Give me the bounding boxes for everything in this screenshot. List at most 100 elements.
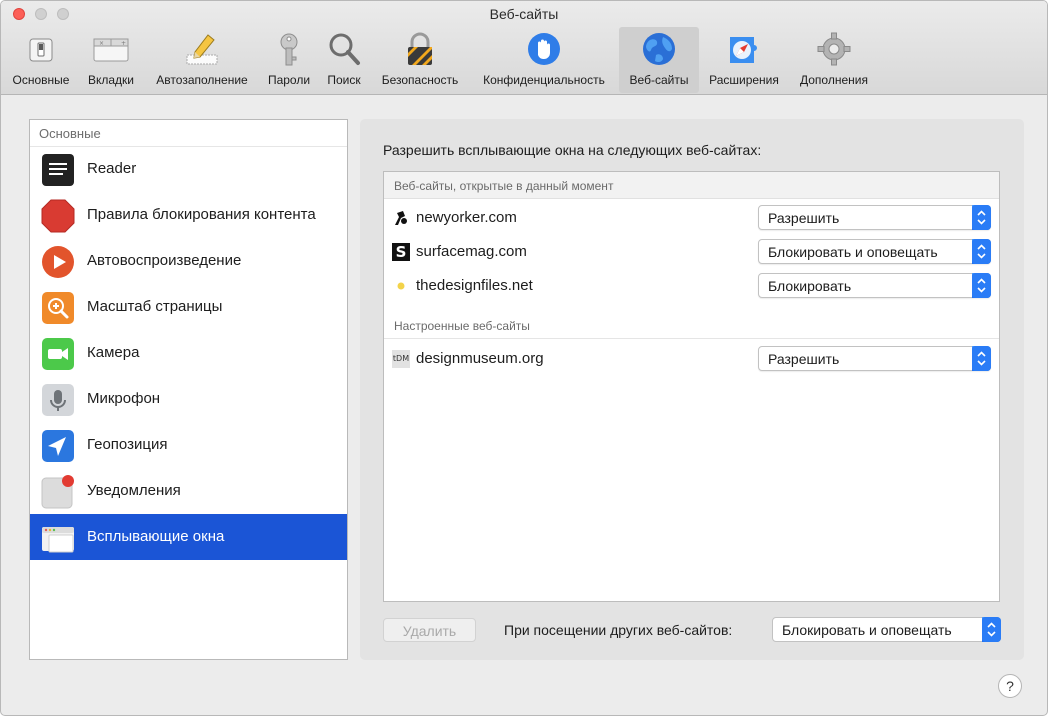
toolbar-item-advanced[interactable]: Дополнения bbox=[790, 27, 878, 93]
section-title-configured-sites: Настроенные веб-сайты bbox=[394, 319, 530, 333]
chevron-updown-icon bbox=[982, 617, 1001, 642]
sidebar-item-microphone[interactable]: Микрофон bbox=[30, 376, 347, 422]
zoom-icon bbox=[42, 292, 74, 324]
toolbar-item-search[interactable]: Поиск bbox=[319, 27, 369, 93]
remove-button-label: Удалить bbox=[402, 623, 457, 639]
hand-icon bbox=[528, 33, 560, 65]
window-title: Веб-сайты bbox=[489, 6, 559, 22]
sidebar-item-content-blockers[interactable]: Правила блокирования контента bbox=[30, 192, 347, 238]
camera-icon bbox=[42, 338, 74, 370]
chevron-updown-icon bbox=[972, 239, 991, 264]
padlock-icon bbox=[408, 32, 432, 65]
svg-text:+: + bbox=[121, 40, 126, 47]
other-sites-label: При посещении других веб-сайтов: bbox=[504, 622, 733, 638]
magnifier-icon bbox=[329, 33, 360, 65]
site-name: newyorker.com bbox=[416, 209, 517, 226]
sidebar-label-notifications: Уведомления bbox=[87, 482, 181, 499]
toolbar-label-privacy: Конфиденциальность bbox=[483, 73, 605, 87]
designmuseum-favicon: tDM bbox=[392, 350, 410, 368]
toolbar-item-privacy[interactable]: Конфиденциальность bbox=[471, 27, 617, 93]
sidebar-label-popups: Всплывающие окна bbox=[87, 528, 225, 545]
sidebar-item-page-zoom[interactable]: Масштаб страницы bbox=[30, 284, 347, 330]
play-icon bbox=[42, 246, 74, 278]
site-setting-select[interactable]: Разрешить bbox=[758, 346, 991, 371]
site-setting-select[interactable]: Блокировать и оповещать bbox=[758, 239, 991, 264]
location-arrow-icon bbox=[42, 430, 74, 462]
select-value: Блокировать и оповещать bbox=[768, 244, 938, 260]
chevron-updown-icon bbox=[972, 346, 991, 371]
site-setting-select[interactable]: Блокировать bbox=[758, 273, 991, 298]
sidebar-item-notifications[interactable]: Уведомления bbox=[30, 468, 347, 514]
toolbar-item-general[interactable]: Основные bbox=[6, 27, 76, 93]
globe-icon bbox=[643, 33, 675, 65]
toolbar-label-extensions: Расширения bbox=[709, 73, 779, 87]
websites-table: Веб-сайты, открытые в данный момент newy… bbox=[383, 171, 1000, 602]
reader-icon bbox=[42, 154, 74, 186]
toolbar: Веб-сайты Основные × + Вкладки Автозапол… bbox=[1, 1, 1047, 95]
sidebar-item-location[interactable]: Геопозиция bbox=[30, 422, 347, 468]
site-name: thedesignfiles.net bbox=[416, 277, 533, 294]
sidebar-label-autoplay: Автовоспроизведение bbox=[87, 252, 242, 269]
section-title-open-sites: Веб-сайты, открытые в данный момент bbox=[394, 179, 614, 193]
newyorker-favicon bbox=[395, 211, 407, 225]
table-row[interactable]: thedesignfiles.net Блокировать bbox=[384, 268, 999, 302]
sidebar-header: Основные bbox=[39, 126, 101, 141]
sidebar-item-camera[interactable]: Камера bbox=[30, 330, 347, 376]
select-value: Разрешить bbox=[768, 210, 840, 226]
select-value: Блокировать и оповещать bbox=[782, 622, 952, 638]
toolbar-label-tabs: Вкладки bbox=[87, 73, 135, 87]
table-row[interactable]: tDM designmuseum.org Разрешить bbox=[384, 341, 999, 375]
popup-window-icon bbox=[42, 527, 74, 553]
thedesignfiles-favicon bbox=[397, 282, 405, 290]
toolbar-item-security[interactable]: Безопасность bbox=[372, 27, 468, 93]
toolbar-item-passwords[interactable]: Пароли bbox=[261, 27, 317, 93]
select-value: Блокировать bbox=[768, 278, 852, 294]
toolbar-label-autofill: Автозаполнение bbox=[156, 73, 248, 87]
site-name: designmuseum.org bbox=[416, 350, 544, 367]
toolbar-label-websites: Веб-сайты bbox=[629, 73, 689, 87]
svg-text:×: × bbox=[99, 40, 104, 47]
chevron-updown-icon bbox=[972, 273, 991, 298]
select-value: Разрешить bbox=[768, 351, 840, 367]
pencil-form-icon bbox=[186, 34, 218, 65]
toolbar-label-security: Безопасность bbox=[381, 73, 459, 87]
table-row[interactable]: newyorker.com Разрешить bbox=[384, 200, 999, 234]
help-button[interactable]: ? bbox=[998, 674, 1022, 698]
sidebar-label-location: Геопозиция bbox=[87, 436, 168, 453]
toolbar-label-advanced: Дополнения bbox=[800, 73, 868, 87]
general-switch-icon bbox=[29, 38, 53, 62]
sidebar-label-microphone: Микрофон bbox=[87, 390, 161, 407]
toolbar-item-tabs[interactable]: × + Вкладки bbox=[79, 27, 143, 93]
sidebar-label-page-zoom: Масштаб страницы bbox=[87, 298, 223, 315]
toolbar-label-search: Поиск bbox=[327, 73, 361, 87]
toolbar-label-passwords: Пароли bbox=[267, 73, 311, 87]
section-header-open-sites: Веб-сайты, открытые в данный момент bbox=[384, 172, 999, 199]
other-sites-select[interactable]: Блокировать и оповещать bbox=[772, 617, 1001, 642]
panel-caption: Разрешить всплывающие окна на следующих … bbox=[383, 142, 762, 158]
microphone-icon bbox=[42, 384, 74, 416]
preferences-window: Веб-сайты Основные × + Вкладки Автозапол… bbox=[0, 0, 1048, 716]
sidebar-item-autoplay[interactable]: Автовоспроизведение bbox=[30, 238, 347, 284]
toolbar-label-general: Основные bbox=[12, 73, 70, 87]
sidebar-item-reader[interactable]: Reader bbox=[30, 146, 347, 192]
table-row[interactable]: S surfacemag.com Блокировать и оповещать bbox=[384, 234, 999, 268]
websites-sidebar: Основные Reader Правила блокирования кон… bbox=[29, 119, 348, 660]
section-header-configured-sites: Настроенные веб-сайты bbox=[384, 312, 999, 339]
stop-sign-icon bbox=[41, 199, 75, 233]
puzzle-compass-icon bbox=[730, 37, 757, 63]
surfacemag-favicon: S bbox=[392, 243, 410, 261]
remove-button[interactable]: Удалить bbox=[383, 618, 476, 642]
site-setting-select[interactable]: Разрешить bbox=[758, 205, 991, 230]
toolbar-item-websites[interactable]: Веб-сайты bbox=[619, 27, 699, 93]
sidebar-label-camera: Камера bbox=[87, 344, 140, 361]
popup-settings-panel: Разрешить всплывающие окна на следующих … bbox=[360, 119, 1024, 660]
sidebar-label-reader: Reader bbox=[87, 160, 137, 177]
key-icon bbox=[280, 33, 298, 66]
site-name: surfacemag.com bbox=[416, 243, 527, 260]
chevron-updown-icon bbox=[972, 205, 991, 230]
toolbar-item-extensions[interactable]: Расширения bbox=[701, 27, 787, 93]
toolbar-item-autofill[interactable]: Автозаполнение bbox=[146, 27, 258, 93]
sidebar-label-content-blockers: Правила блокирования контента bbox=[87, 206, 316, 223]
notification-icon bbox=[41, 475, 74, 509]
sidebar-item-popups[interactable]: Всплывающие окна bbox=[30, 514, 347, 560]
